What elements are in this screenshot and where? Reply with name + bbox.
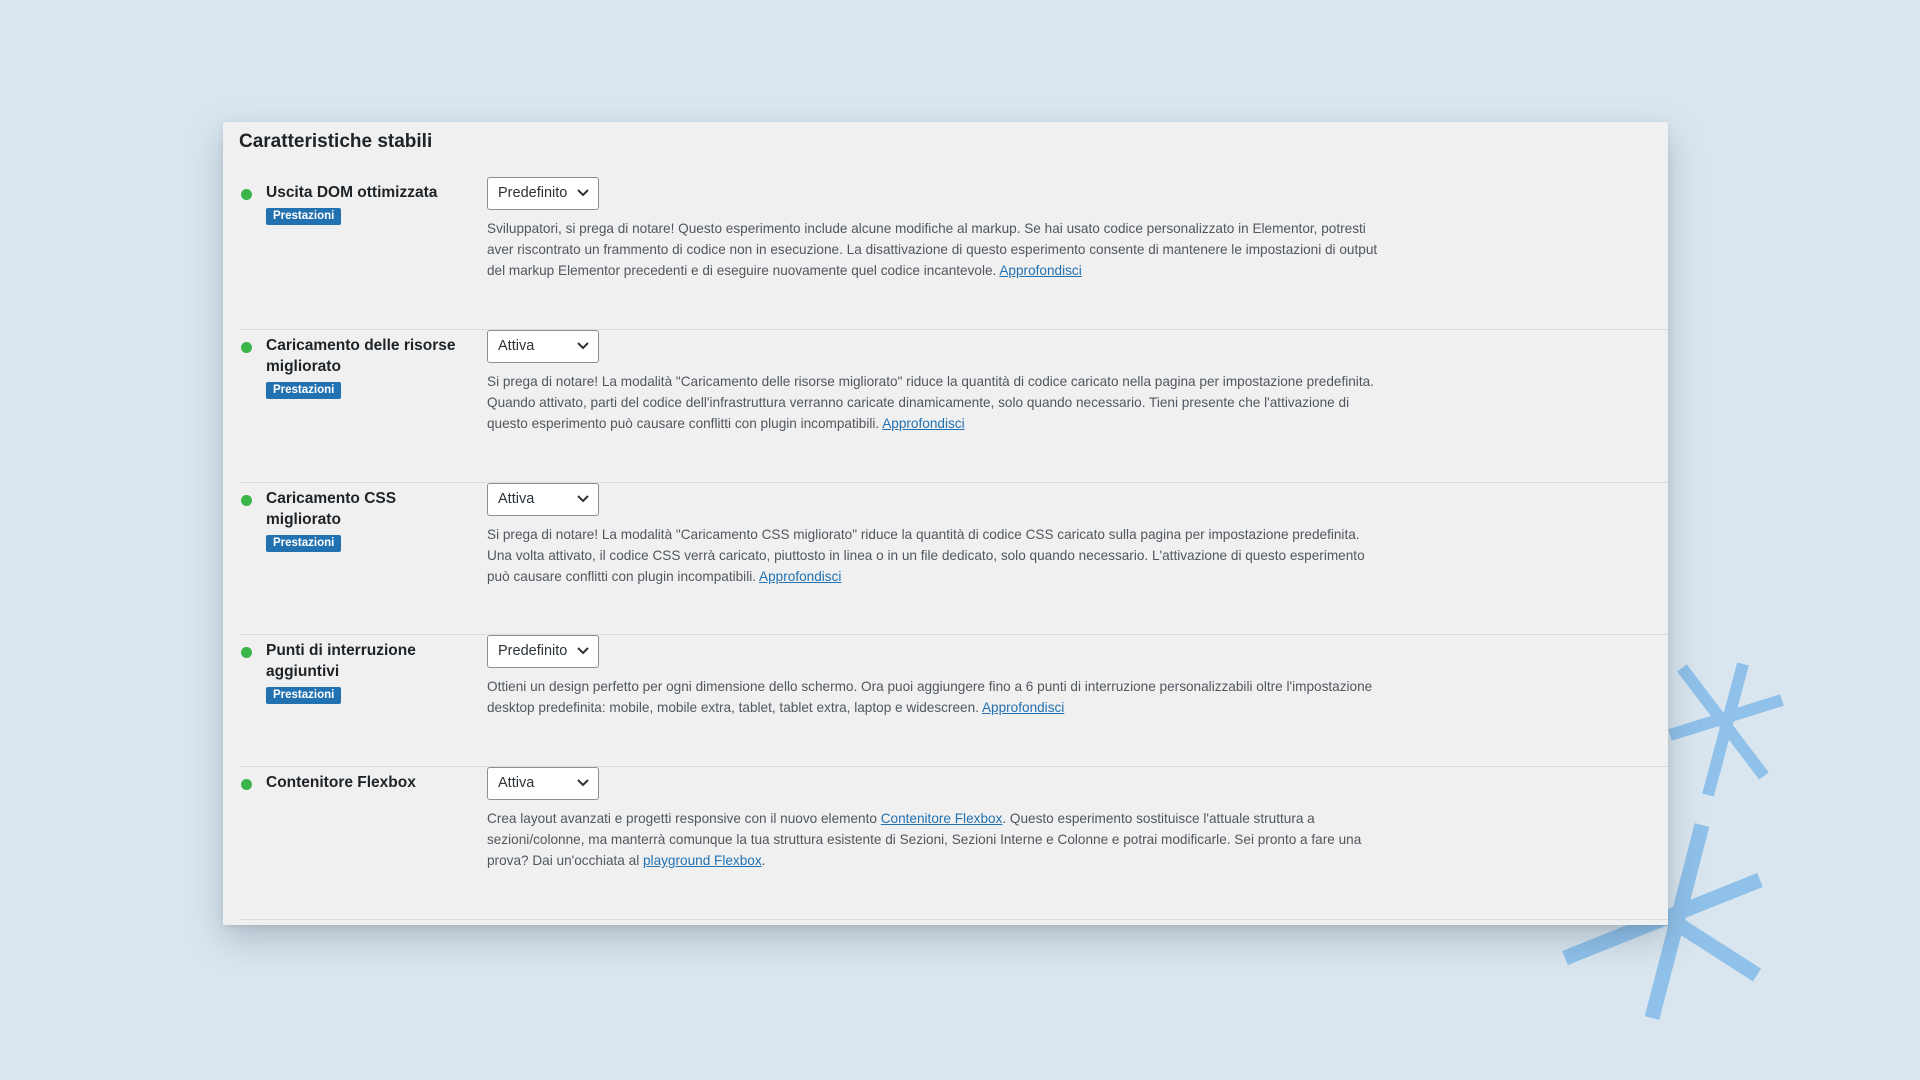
experiments-panel: Caratteristiche stabili Uscita DOM ottim… [223,122,1668,925]
asterisk-stroke [1668,694,1784,741]
experiment-state-select[interactable]: Attiva [487,330,599,363]
experiment-state-select[interactable]: Predefinito [487,635,599,668]
experiment-description: Sviluppatori, si prega di notare! Questo… [487,218,1387,281]
experiment-row: Uscita DOM ottimizzata Prestazioni Prede… [239,177,1668,330]
select-value: Predefinito [498,185,568,201]
section-title: Caratteristiche stabili [239,131,433,152]
learn-more-link[interactable]: Approfondisci [759,569,841,584]
experiment-state-select[interactable]: Attiva [487,483,599,516]
green-dot-icon [241,647,252,658]
experiment-name: Punti di interruzione aggiuntivi [266,642,416,680]
chevron-down-icon [577,495,589,503]
flexbox-container-link[interactable]: Contenitore Flexbox [881,811,1003,826]
green-dot-icon [241,779,252,790]
experiment-description: Si prega di notare! La modalità "Caricam… [487,371,1387,434]
experiment-name: Uscita DOM ottimizzata [266,184,438,201]
chevron-down-icon [577,779,589,787]
learn-more-link[interactable]: Approfondisci [882,416,964,431]
experiment-name: Contenitore Flexbox [266,774,416,791]
experiment-control: Attiva Crea layout avanzati e progetti r… [487,767,1387,871]
experiment-description: Ottieni un design perfetto per ogni dime… [487,676,1387,718]
experiment-name: Caricamento delle risorse migliorato [266,337,456,375]
asterisk-stroke [1702,662,1749,797]
asterisk-stroke [1677,664,1769,780]
select-value: Attiva [498,338,535,354]
green-dot-icon [241,189,252,200]
performance-tag: Prestazioni [266,382,342,399]
experiment-control: Attiva Si prega di notare! La modalità "… [487,330,1387,434]
experiment-row: Caricamento CSS migliorato Prestazioni A… [239,483,1668,635]
experiment-row: Caricamento delle risorse migliorato Pre… [239,330,1668,483]
experiment-description: Si prega di notare! La modalità "Caricam… [487,524,1387,587]
experiment-state-select[interactable]: Predefinito [487,177,599,210]
description-text: Si prega di notare! La modalità "Caricam… [487,527,1365,584]
learn-more-link[interactable]: Approfondisci [982,700,1064,715]
chevron-down-icon [577,342,589,350]
experiment-name: Caricamento CSS migliorato [266,490,397,528]
select-value: Attiva [498,491,535,507]
green-dot-icon [241,342,252,353]
experiment-control: Predefinito Ottieni un design perfetto p… [487,635,1387,718]
learn-more-link[interactable]: Approfondisci [999,263,1081,278]
chevron-down-icon [577,647,589,655]
experiment-description: Crea layout avanzati e progetti responsi… [487,808,1387,871]
experiment-control: Predefinito Sviluppatori, si prega di no… [487,177,1387,281]
performance-tag: Prestazioni [266,208,342,225]
performance-tag: Prestazioni [266,535,342,552]
chevron-down-icon [577,189,589,197]
experiment-row: Punti di interruzione aggiuntivi Prestaz… [239,635,1668,767]
flexbox-playground-link[interactable]: playground Flexbox [643,853,762,868]
experiment-state-select[interactable]: Attiva [487,767,599,800]
select-value: Predefinito [498,643,568,659]
description-text: Crea layout avanzati e progetti responsi… [487,811,881,826]
experiment-row: Contenitore Flexbox Attiva Crea layout a… [239,767,1668,920]
performance-tag: Prestazioni [266,687,342,704]
experiment-control: Attiva Si prega di notare! La modalità "… [487,483,1387,587]
green-dot-icon [241,495,252,506]
description-text: Ottieni un design perfetto per ogni dime… [487,679,1373,715]
description-text: Sviluppatori, si prega di notare! Questo… [487,221,1378,278]
select-value: Attiva [498,775,535,791]
description-text: . [761,853,766,868]
